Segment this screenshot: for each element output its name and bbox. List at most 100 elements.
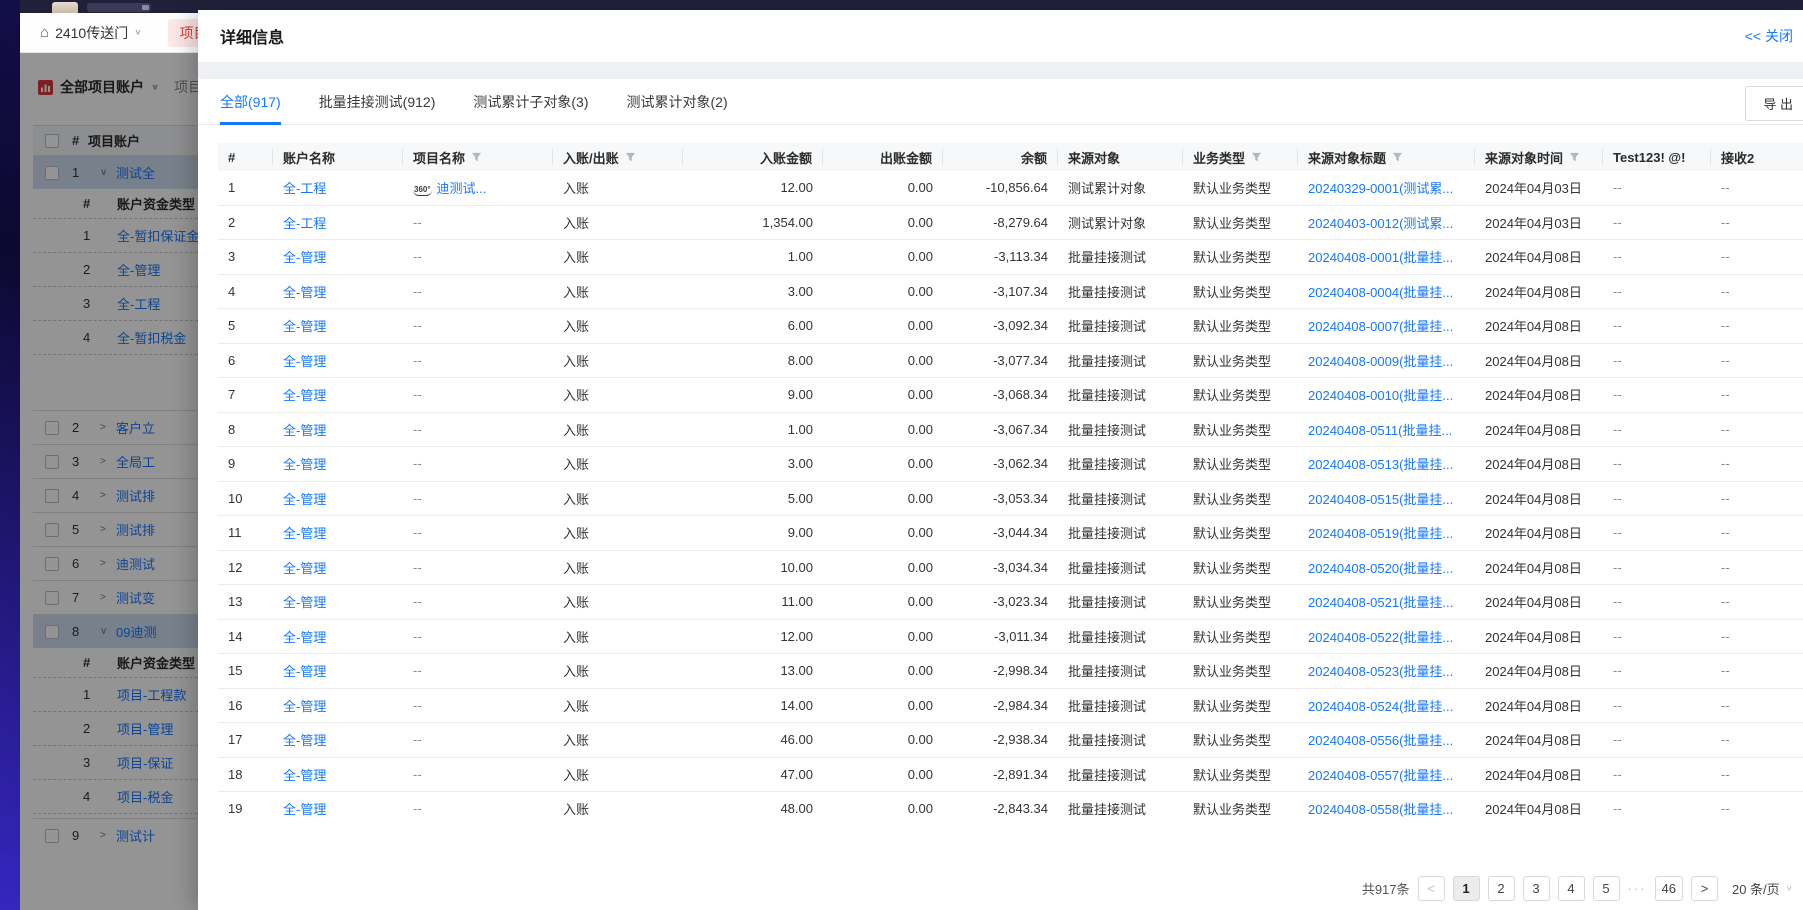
cell-source-title[interactable]: 20240408-0557(批量挂... <box>1298 765 1475 784</box>
cell-source-title[interactable]: 20240403-0012(测试累... <box>1298 213 1475 232</box>
cell-account-name[interactable]: 全-管理 <box>273 627 403 646</box>
prev-page-button[interactable]: < <box>1418 876 1445 901</box>
cell-source-title-text[interactable]: 20240408-0521(批量挂... <box>1308 595 1453 610</box>
cell-account-name-text[interactable]: 全-管理 <box>283 595 326 610</box>
cell-account-name[interactable]: 全-管理 <box>273 385 403 404</box>
detail-tab[interactable]: 全部(917) <box>220 79 281 124</box>
collapse-close-link[interactable]: << 关闭 <box>1745 26 1793 46</box>
cell-source-title[interactable]: 20240408-0007(批量挂... <box>1298 316 1475 335</box>
address-box[interactable] <box>87 3 151 12</box>
detail-tab[interactable]: 测试累计子对象(3) <box>473 79 588 124</box>
cell-account-name-text[interactable]: 全-管理 <box>283 388 326 403</box>
cell-source-title[interactable]: 20240408-0511(批量挂... <box>1298 420 1475 439</box>
next-page-button[interactable]: > <box>1691 876 1718 901</box>
cell-account-name-text[interactable]: 全-管理 <box>283 285 326 300</box>
cell-source-title[interactable]: 20240408-0010(批量挂... <box>1298 385 1475 404</box>
cell-account-name-text[interactable]: 全-工程 <box>283 181 326 196</box>
detail-tab[interactable]: 批量挂接测试(912) <box>319 79 436 124</box>
page-button[interactable]: 1 <box>1453 876 1480 901</box>
filter-icon[interactable] <box>625 152 636 163</box>
cell-source-title-text[interactable]: 20240408-0524(批量挂... <box>1308 699 1453 714</box>
cell-source-title-text[interactable]: 20240408-0558(批量挂... <box>1308 802 1453 817</box>
cell-source-title[interactable]: 20240408-0523(批量挂... <box>1298 661 1475 680</box>
cell-account-name[interactable]: 全-管理 <box>273 247 403 266</box>
cell-account-name[interactable]: 全-工程 <box>273 213 403 232</box>
cell-source-title[interactable]: 20240408-0515(批量挂... <box>1298 489 1475 508</box>
cell-account-name[interactable]: 全-管理 <box>273 282 403 301</box>
cell-account-name[interactable]: 全-工程 <box>273 178 403 197</box>
cell-source-title[interactable]: 20240408-0009(批量挂... <box>1298 351 1475 370</box>
cell-source-title-text[interactable]: 20240408-0556(批量挂... <box>1308 733 1453 748</box>
cell-account-name[interactable]: 全-管理 <box>273 454 403 473</box>
cell-account-name-text[interactable]: 全-管理 <box>283 802 326 817</box>
filter-icon[interactable] <box>471 152 482 163</box>
cell-account-name[interactable]: 全-管理 <box>273 420 403 439</box>
avatar[interactable] <box>52 2 78 13</box>
cell-source-title[interactable]: 20240329-0001(测试累... <box>1298 178 1475 197</box>
cell-source-title-text[interactable]: 20240408-0557(批量挂... <box>1308 768 1453 783</box>
cell-source-title-text[interactable]: 20240408-0007(批量挂... <box>1308 319 1453 334</box>
cell-account-name-text[interactable]: 全-管理 <box>283 733 326 748</box>
cell-account-name[interactable]: 全-管理 <box>273 351 403 370</box>
cell-source-title-text[interactable]: 20240408-0515(批量挂... <box>1308 492 1453 507</box>
cell-source-title-text[interactable]: 20240403-0012(测试累... <box>1308 216 1453 231</box>
cell-project-name[interactable]: 360° 迪测试... <box>403 178 553 197</box>
page-button[interactable]: 3 <box>1523 876 1550 901</box>
cell-account-name-text[interactable]: 全-管理 <box>283 561 326 576</box>
cell-account-name-text[interactable]: 全-管理 <box>283 423 326 438</box>
page-button[interactable]: 46 <box>1655 876 1683 901</box>
home-menu[interactable]: ⌂ 2410传送门 ∨ <box>40 23 142 43</box>
cell-account-name[interactable]: 全-管理 <box>273 523 403 542</box>
cell-account-name-text[interactable]: 全-管理 <box>283 492 326 507</box>
cell-source-title-text[interactable]: 20240408-0522(批量挂... <box>1308 630 1453 645</box>
cell-account-name-text[interactable]: 全-管理 <box>283 354 326 369</box>
export-button[interactable]: 导 出 <box>1745 86 1803 121</box>
360-view-icon[interactable]: 360° <box>413 185 432 196</box>
filter-icon[interactable] <box>1569 152 1580 163</box>
cell-source-title-text[interactable]: 20240408-0520(批量挂... <box>1308 561 1453 576</box>
cell-account-name[interactable]: 全-管理 <box>273 489 403 508</box>
detail-tab[interactable]: 测试累计对象(2) <box>627 79 728 124</box>
cell-source-title-text[interactable]: 20240408-0009(批量挂... <box>1308 354 1453 369</box>
cell-source-title-text[interactable]: 20240408-0511(批量挂... <box>1308 423 1452 438</box>
cell-account-name-text[interactable]: 全-管理 <box>283 768 326 783</box>
more-pages-icon[interactable]: ··· <box>1628 881 1647 896</box>
page-button[interactable]: 5 <box>1593 876 1620 901</box>
cell-source-title[interactable]: 20240408-0556(批量挂... <box>1298 730 1475 749</box>
cell-account-name[interactable]: 全-管理 <box>273 799 403 818</box>
cell-source-title-text[interactable]: 20240408-0010(批量挂... <box>1308 388 1453 403</box>
page-size-select[interactable]: 20 条/页∨ <box>1732 879 1793 898</box>
cell-source-title[interactable]: 20240408-0521(批量挂... <box>1298 592 1475 611</box>
cell-account-name-text[interactable]: 全-管理 <box>283 250 326 265</box>
cell-source-title-text[interactable]: 20240408-0523(批量挂... <box>1308 664 1453 679</box>
cell-source-title[interactable]: 20240408-0522(批量挂... <box>1298 627 1475 646</box>
cell-source-title[interactable]: 20240408-0513(批量挂... <box>1298 454 1475 473</box>
filter-icon[interactable] <box>1392 152 1403 163</box>
cell-account-name[interactable]: 全-管理 <box>273 316 403 335</box>
cell-account-name[interactable]: 全-管理 <box>273 592 403 611</box>
cell-account-name-text[interactable]: 全-管理 <box>283 664 326 679</box>
cell-source-title-text[interactable]: 20240329-0001(测试累... <box>1308 181 1453 196</box>
cell-source-title[interactable]: 20240408-0524(批量挂... <box>1298 696 1475 715</box>
cell-account-name[interactable]: 全-管理 <box>273 696 403 715</box>
cell-source-title-text[interactable]: 20240408-0513(批量挂... <box>1308 457 1453 472</box>
cell-account-name-text[interactable]: 全-管理 <box>283 699 326 714</box>
cell-project-name-text[interactable]: 迪测试... <box>437 181 487 196</box>
cell-source-title[interactable]: 20240408-0004(批量挂... <box>1298 282 1475 301</box>
cell-source-title-text[interactable]: 20240408-0004(批量挂... <box>1308 285 1453 300</box>
cell-source-title[interactable]: 20240408-0519(批量挂... <box>1298 523 1475 542</box>
cell-account-name-text[interactable]: 全-管理 <box>283 457 326 472</box>
cell-source-title[interactable]: 20240408-0520(批量挂... <box>1298 558 1475 577</box>
cell-source-title-text[interactable]: 20240408-0519(批量挂... <box>1308 526 1453 541</box>
page-button[interactable]: 2 <box>1488 876 1515 901</box>
cell-account-name[interactable]: 全-管理 <box>273 730 403 749</box>
cell-account-name-text[interactable]: 全-管理 <box>283 526 326 541</box>
cell-account-name[interactable]: 全-管理 <box>273 661 403 680</box>
page-button[interactable]: 4 <box>1558 876 1585 901</box>
cell-account-name-text[interactable]: 全-管理 <box>283 319 326 334</box>
cell-account-name-text[interactable]: 全-管理 <box>283 630 326 645</box>
filter-icon[interactable] <box>1251 152 1262 163</box>
cell-account-name[interactable]: 全-管理 <box>273 765 403 784</box>
cell-source-title[interactable]: 20240408-0001(批量挂... <box>1298 247 1475 266</box>
cell-account-name-text[interactable]: 全-工程 <box>283 216 326 231</box>
